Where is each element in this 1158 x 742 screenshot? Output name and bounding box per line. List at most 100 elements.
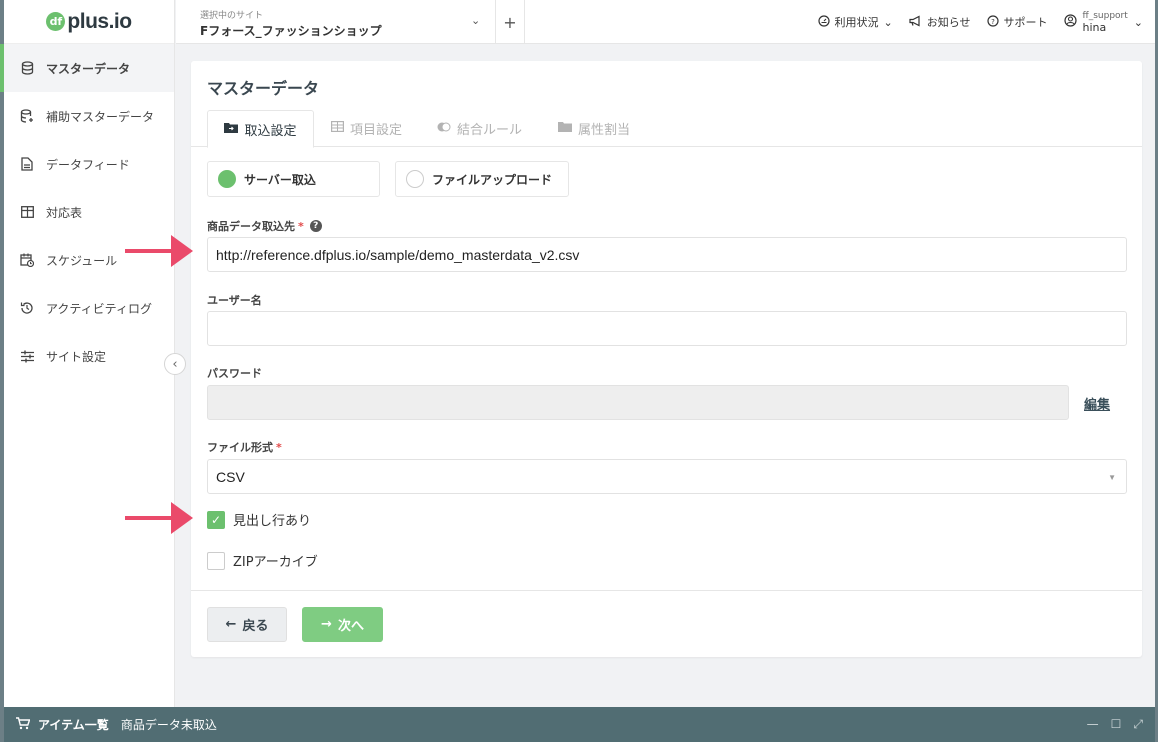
user-menu[interactable]: ff_support hina ⌄ [1063,10,1143,34]
radio-indicator [406,170,424,188]
help-icon[interactable]: ? [309,220,322,232]
radio-file-upload[interactable]: ファイルアップロード [395,161,569,197]
item-list-bar[interactable]: アイテム一覧 商品データ未取込 — ☐ ⤢ [4,707,1155,742]
folder-import-icon [224,122,239,137]
page-title: マスターデータ [207,79,320,98]
sidebar-item-activity-log[interactable]: アクティビティログ [4,284,174,332]
chevron-left-icon: ‹ [172,356,178,372]
news-link[interactable]: お知らせ [909,14,971,30]
news-label: お知らせ [926,16,971,29]
radio-indicator [218,170,236,188]
history-icon [20,301,34,315]
sidebar-item-label: サイト設定 [46,349,107,364]
database-icon [20,61,34,75]
sidebar: df plus.io マスターデータ 補助マスターデータ データフィード 対応表… [0,0,175,707]
next-button[interactable]: → 次へ [302,607,383,642]
url-input[interactable]: http://reference.dfplus.io/sample/demo_m… [207,237,1127,272]
button-label: 戻る [242,619,269,634]
sidebar-item-label: マスターデータ [46,61,131,76]
tab-field-settings[interactable]: 項目設定 [331,110,402,147]
tab-label: 結合ルール [457,123,523,138]
svg-text:?: ? [991,18,995,26]
format-selected-value: CSV [216,468,245,485]
required-mark: * [276,440,282,454]
sidebar-item-label: アクティビティログ [46,301,152,316]
tab-import-settings[interactable]: 取込設定 [207,110,314,148]
add-site-button[interactable]: + [495,0,525,44]
usage-label: 利用状況 [834,16,879,29]
label-text: 商品データ取込先 [207,220,295,233]
sidebar-item-mapping-table[interactable]: 対応表 [4,188,174,236]
logo[interactable]: df plus.io [4,0,174,44]
password-field-label: パスワード [207,367,262,380]
radio-label: ファイルアップロード [432,172,553,187]
arrow-left-icon: ← [225,617,237,632]
tab-label: 取込設定 [244,123,297,139]
gauge-icon [817,14,830,30]
sidebar-item-master-data[interactable]: マスターデータ [0,44,174,92]
annotation-arrow-header-row [125,502,193,534]
format-select[interactable]: CSV ▼ [207,459,1127,494]
tab-label: 属性割当 [578,123,631,138]
expand-icon[interactable]: ⤢ [1133,717,1143,732]
sidebar-item-data-feed[interactable]: データフィード [4,140,174,188]
master-data-panel: マスターデータ 取込設定 項目設定 結合ルール 属性割当 サーバー取込 ファイル… [191,61,1142,657]
arrow-right-icon: → [321,617,332,632]
item-list-title: アイテム一覧 [38,718,109,732]
tab-join-rules[interactable]: 結合ルール [437,110,522,147]
radio-server-import[interactable]: サーバー取込 [207,161,380,197]
logo-text: plus.io [67,9,132,33]
username-input[interactable] [207,311,1127,346]
checkbox-label: 見出し行あり [233,514,312,529]
back-button[interactable]: ← 戻る [207,607,287,642]
minimize-icon[interactable]: — [1087,717,1099,732]
tab-attribute-mapping[interactable]: 属性割当 [558,110,630,147]
format-field-label: ファイル形式 * [207,439,282,455]
site-selector[interactable]: 選択中のサイト Fフォース_ファッションショップ [200,8,382,39]
annotation-arrow-url [125,235,193,267]
username-field-label: ユーザー名 [207,294,262,307]
sidebar-item-sub-master-data[interactable]: 補助マスターデータ [4,92,174,140]
sidebar-item-schedule[interactable]: スケジュール [4,236,174,284]
checkbox-indicator: ✓ [207,510,225,529]
label-text: ファイル形式 [207,441,273,454]
megaphone-icon [909,15,922,30]
sidebar-item-label: スケジュール [46,253,118,268]
grid-icon [331,121,345,136]
usage-menu[interactable]: 利用状況 ⌄ [817,14,893,30]
sliders-icon [20,349,34,363]
import-status: 商品データ未取込 [120,718,217,732]
url-field-label: 商品データ取込先 * ? [207,218,322,234]
tab-label: 項目設定 [350,123,403,138]
logo-mark: df [46,12,66,31]
folder-icon [558,121,572,136]
user-name: hina [1082,21,1107,34]
file-icon [20,157,34,171]
cart-icon [16,716,31,733]
button-label: 次へ [337,619,364,634]
sidebar-item-label: データフィード [46,157,130,172]
collapse-sidebar-button[interactable]: ‹ [164,353,186,375]
topbar: 選択中のサイト Fフォース_ファッションショップ ⌄ + 利用状況 ⌄ お知らせ… [176,0,1155,44]
chevron-down-icon[interactable]: ⌄ [471,14,480,27]
radio-label: サーバー取込 [244,172,316,187]
chevron-down-icon: ⌄ [1133,15,1143,29]
topbar-actions: 利用状況 ⌄ お知らせ ? サポート ff_support hina ⌄ [817,0,1143,44]
site-name: Fフォース_ファッションショップ [200,24,382,38]
chevron-down-icon: ⌄ [883,15,893,29]
zip-archive-checkbox[interactable]: ZIPアーカイブ [207,551,318,570]
required-mark: * [298,219,304,233]
support-label: サポート [1003,16,1048,29]
calendar-clock-icon [20,253,34,267]
edit-password-link[interactable]: 編集 [1084,394,1110,413]
user-circle-icon [1063,14,1077,30]
password-input [207,385,1069,420]
maximize-icon[interactable]: ☐ [1111,717,1122,732]
tab-bar: 取込設定 項目設定 結合ルール 属性割当 [191,110,1142,148]
site-caption: 選択中のサイト [200,11,264,21]
sidebar-item-site-settings[interactable]: サイト設定 [4,332,174,380]
header-row-checkbox[interactable]: ✓ 見出し行あり [207,510,311,529]
support-link[interactable]: ? サポート [986,14,1048,30]
divider [191,590,1142,591]
sidebar-item-label: 補助マスターデータ [46,109,155,124]
